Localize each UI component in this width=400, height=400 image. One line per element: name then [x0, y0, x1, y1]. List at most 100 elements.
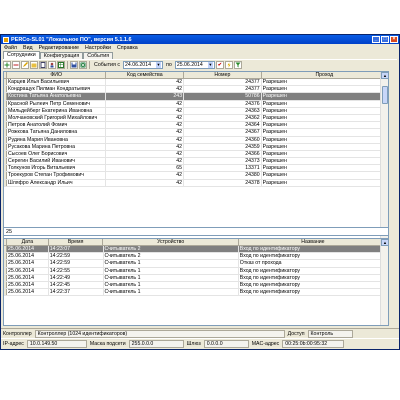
cell-name: Вход по идентификатору — [239, 281, 388, 289]
table-row[interactable]: 25.06.2014 14:22:37 Считыватель 1 Вход по и… — [4, 289, 388, 297]
table-row[interactable]: Красной Рылеич Петр Семенович 42 24376 Разр… — [4, 100, 388, 108]
table-row[interactable]: 25.06.2014 14:22:59 Считыватель 2 Вход по и… — [4, 253, 388, 261]
filter-icon[interactable] — [233, 61, 242, 69]
column-header-time[interactable]: Время — [49, 239, 104, 245]
folder-icon[interactable] — [30, 61, 38, 69]
events-scrollbar[interactable]: ▲ — [380, 239, 388, 325]
table-row[interactable]: 25.06.2014 14:22:59 Считыватель 1 Отказ от … — [4, 260, 388, 268]
cell-number: 24367 — [184, 129, 262, 136]
cell-date: 25.06.2014 — [7, 274, 49, 281]
table-row[interactable]: 25.06.2014 14:22:45 Считыватель 1 Вход по и… — [4, 281, 388, 290]
table-row[interactable]: Серегин Василий Иванович 42 24373 Разрешен — [4, 158, 388, 166]
document-icon[interactable] — [39, 61, 47, 69]
cell-fio: Троекуров Степан Трофимович — [7, 172, 107, 179]
cell-pass: Разрешен — [262, 150, 388, 158]
cell-fio: Шляфро Александр Ильич — [7, 179, 107, 186]
title-bar[interactable]: PERCo-SL01 "Локальное ПО", версия 5.1.1.… — [1, 35, 399, 44]
date-from-picker[interactable]: 24.06.2014 ▼ — [123, 61, 163, 69]
cell-device: Считыватель 1 — [104, 274, 239, 281]
users-icon[interactable] — [48, 61, 56, 69]
ip-label: IP-адрес — [3, 341, 24, 347]
table-row[interactable]: Русакова Марина Петровна 42 24359 Разрешен — [4, 143, 388, 151]
close-button[interactable]: × — [390, 36, 398, 43]
table-row[interactable]: Кондращук Пилман Кондратьевич 42 24377 Разр… — [4, 86, 388, 94]
tab-events[interactable]: События — [83, 52, 114, 59]
maximize-button[interactable]: □ — [381, 36, 389, 43]
table-row[interactable]: Рудина Мария Ивановна 42 24360 Разрешен — [4, 136, 388, 144]
events-header: Дата Время Устройство Название — [4, 239, 388, 246]
cell-device: Считыватель 1 — [104, 281, 239, 289]
scroll-up-icon[interactable]: ▲ — [381, 239, 388, 246]
cell-number: 24377 — [184, 79, 262, 86]
scroll-thumb[interactable] — [382, 86, 388, 104]
cell-fio: Рожкова Татьяна Даниловна — [7, 129, 107, 136]
table-icon[interactable] — [57, 61, 65, 69]
menu-file[interactable]: Файл — [4, 45, 17, 51]
menu-view[interactable]: Вид — [23, 45, 33, 51]
cell-device: Считыватель 1 — [104, 267, 239, 274]
controller-value: Контроллер (1024 идентификаторов) — [34, 329, 285, 338]
table-row[interactable]: 25.06.2014 14:22:49 Считыватель 1 Вход по и… — [4, 274, 388, 282]
cell-family-code: 42 — [106, 79, 185, 86]
excel-icon[interactable] — [79, 61, 87, 69]
table-row[interactable]: Троекуров Степан Трофимович 42 24380 Разреш… — [4, 172, 388, 180]
scroll-up-icon[interactable]: ▲ — [381, 72, 388, 79]
table-row[interactable]: Рожкова Татьяна Даниловна 42 24367 Разрешен — [4, 129, 388, 137]
table-row[interactable]: Костина Татьяна Анатольевна 243 50786 Разре… — [4, 93, 388, 101]
column-header-device[interactable]: Устройство — [103, 239, 239, 245]
column-header-name[interactable]: Название — [239, 239, 388, 245]
cell-pass: Разрешен — [262, 122, 388, 129]
cell-pass: Разрешен — [262, 143, 388, 150]
column-header-family-code[interactable]: Код семейства — [106, 72, 185, 78]
table-row[interactable]: Шляфро Александр Ильич 42 24378 Разрешен — [4, 179, 388, 187]
column-header-number[interactable]: Номер — [184, 72, 262, 78]
mask-label: Маска подсети — [89, 341, 126, 347]
chevron-down-icon[interactable]: ▼ — [207, 62, 213, 68]
mask-value: 255.0.0.0 — [128, 340, 184, 348]
column-header-fio[interactable]: ФИО — [7, 72, 107, 78]
table-row[interactable]: 25.06.2014 14:22:55 Считыватель 1 Вход по и… — [4, 267, 388, 275]
cell-date: 25.06.2014 — [7, 246, 49, 253]
apply-check-icon[interactable]: ✔ — [215, 61, 224, 69]
ip-value: 10.0.149.50 — [26, 340, 87, 348]
cell-name: Вход по идентификатору — [239, 253, 388, 260]
lightning-icon[interactable] — [224, 61, 233, 69]
cell-fio: Красной Рылеич Петр Семенович — [7, 100, 107, 107]
table-row[interactable]: Толкунов Игорь Витальевич 65 13371 Разрешен — [4, 165, 388, 173]
table-row[interactable]: Карцев Илья Васильевич 42 24377 Разрешен — [4, 79, 388, 87]
save-icon[interactable] — [70, 61, 78, 69]
cell-pass: Разрешен — [262, 165, 388, 172]
cell-fio: Кондращук Пилман Кондратьевич — [7, 86, 107, 93]
remove-icon[interactable] — [12, 61, 20, 69]
access-label: Доступ — [287, 330, 305, 337]
mac-value: 00:25:0b:00:95:32 — [282, 340, 345, 348]
table-row[interactable]: Молчановский Григорий Михайлович 42 24362 Р… — [4, 114, 388, 123]
table-row[interactable]: Сысоев Олег Борисович 42 24366 Разрешен — [4, 150, 388, 159]
status-bar-network: IP-адрес 10.0.149.50 Маска подсети 255.0… — [1, 338, 399, 349]
column-header-pass[interactable]: Проход — [262, 72, 388, 78]
menu-help[interactable]: Справка — [117, 45, 138, 51]
column-header-date[interactable]: Дата — [7, 239, 49, 245]
menu-settings[interactable]: Настройки — [85, 45, 111, 51]
tab-configuration[interactable]: Конфигурация — [39, 52, 84, 59]
tab-strip: Сотрудники Конфигурация События — [3, 51, 114, 59]
cell-name: Вход по идентификатору — [239, 274, 388, 281]
controller-label: Контроллер — [3, 330, 32, 337]
minimize-button[interactable]: _ — [372, 36, 380, 43]
date-to-picker[interactable]: 25.06.2014 ▼ — [174, 61, 215, 69]
filter-input[interactable]: 25 — [3, 227, 389, 236]
table-row[interactable]: Мильдейберг Екатерина Ивановна 42 24363 Раз… — [4, 107, 388, 115]
cell-time: 14:22:55 — [49, 267, 104, 274]
table-row[interactable]: Петров Анатолий Фомич 42 24364 Разрешен — [4, 122, 388, 130]
table-row[interactable]: 25.06.2014 14:23:07 Считыватель 2 Вход по и… — [4, 246, 388, 254]
chevron-down-icon[interactable]: ▼ — [156, 62, 161, 68]
cell-number: 24376 — [184, 100, 262, 107]
add-icon[interactable] — [3, 61, 11, 69]
tab-employees[interactable]: Сотрудники — [3, 51, 40, 59]
cell-date: 25.06.2014 — [7, 289, 49, 296]
edit-icon[interactable] — [21, 61, 29, 69]
employees-header: ФИО Код семейства Номер Проход — [4, 72, 388, 79]
events-grid: Дата Время Устройство Название 25.06.201… — [3, 238, 389, 326]
cell-name: Вход по идентификатору — [239, 289, 388, 296]
menu-edit[interactable]: Редактирование — [39, 45, 79, 51]
